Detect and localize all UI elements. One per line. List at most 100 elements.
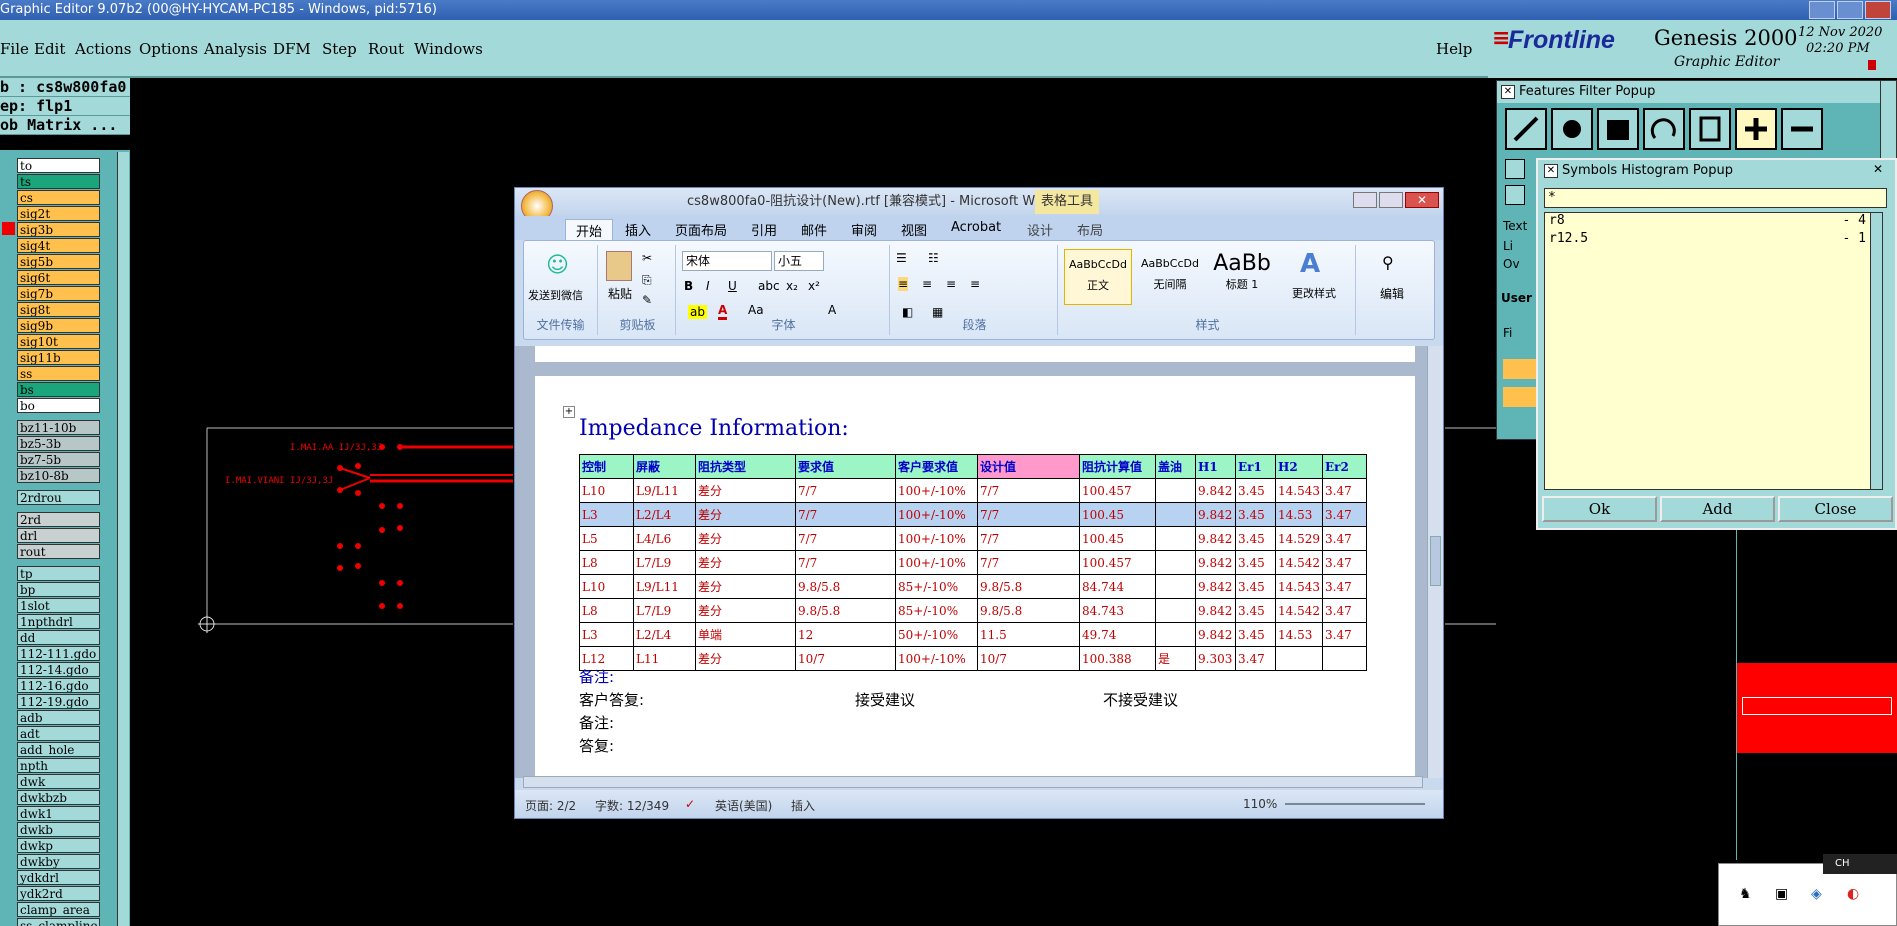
menu-options[interactable]: Options xyxy=(139,40,198,58)
pad-tool-icon[interactable] xyxy=(1551,108,1593,150)
layer-item[interactable]: sig11b xyxy=(17,350,100,365)
zoom-level[interactable]: 110% xyxy=(1243,797,1277,811)
send-wechat-button[interactable]: 发送到微信 xyxy=(528,287,583,303)
histogram-scrollbar[interactable] xyxy=(1870,213,1882,489)
menu-actions[interactable]: Actions xyxy=(75,40,131,58)
table-cell[interactable]: L9/L11 xyxy=(633,478,696,503)
table-cell[interactable]: L3 xyxy=(579,622,634,647)
table-cell[interactable]: 9.842 xyxy=(1195,478,1236,503)
table-cell[interactable]: 7/7 xyxy=(795,478,896,503)
language-indicator[interactable]: 英语(美国) xyxy=(715,797,772,814)
numbering-button[interactable]: ☷ xyxy=(928,251,939,265)
table-cell[interactable]: 10/7 xyxy=(795,646,896,671)
table-cell[interactable]: 7/7 xyxy=(977,502,1080,527)
ribbon-tab[interactable]: 审阅 xyxy=(841,219,887,240)
table-cell[interactable] xyxy=(1322,646,1367,671)
popup-close-icon[interactable]: ✕ xyxy=(1501,85,1515,99)
table-row[interactable]: L8 L7/L9 差分 9.8/5.8 85+/-10% 9.8/5.8 84.743 9.8… xyxy=(579,598,1367,623)
close-button[interactable]: Close xyxy=(1778,496,1893,522)
table-cell[interactable]: 3.47 xyxy=(1322,478,1367,503)
table-cell[interactable]: 差分 xyxy=(695,502,796,527)
font-size-field[interactable]: 小五 xyxy=(774,251,824,271)
menu-windows[interactable]: Windows xyxy=(414,40,483,58)
menu-edit[interactable]: Edit xyxy=(34,40,65,58)
layer-item[interactable]: sig3b xyxy=(17,222,100,237)
layer-item[interactable]: npth xyxy=(17,758,100,773)
arrow-tool-icon[interactable] xyxy=(1505,159,1525,179)
paste-button[interactable]: 粘贴 xyxy=(608,285,632,302)
layer-item[interactable]: rout xyxy=(17,544,100,559)
table-cell[interactable] xyxy=(1155,622,1196,647)
grow-font-button[interactable]: A xyxy=(828,303,836,317)
italic-button[interactable]: I xyxy=(706,279,710,293)
table-cell[interactable]: 84.744 xyxy=(1079,574,1156,599)
align-right-button[interactable]: ≡ xyxy=(946,277,956,291)
layer-item[interactable]: to xyxy=(17,158,100,173)
ribbon-tab[interactable]: Acrobat xyxy=(941,219,1011,236)
layer-item[interactable]: 2rdrou xyxy=(17,490,100,505)
maximize-button[interactable] xyxy=(1837,1,1863,19)
table-cell[interactable]: 3.45 xyxy=(1235,526,1276,551)
table-cell[interactable]: 差分 xyxy=(695,526,796,551)
menu-step[interactable]: Step xyxy=(322,40,357,58)
horizontal-scrollbar[interactable] xyxy=(523,776,1423,788)
menu-dfm[interactable]: DFM xyxy=(273,40,311,58)
underline-button[interactable]: U xyxy=(728,279,737,293)
layer-item[interactable]: ss xyxy=(17,366,100,381)
ribbon-tab[interactable]: 设计 xyxy=(1017,219,1063,240)
table-cell[interactable]: 3.45 xyxy=(1235,478,1276,503)
word-minimize-button[interactable] xyxy=(1353,192,1377,208)
align-center-button[interactable]: ≡ xyxy=(922,277,932,291)
table-row[interactable]: L3 L2/L4 单端 12 50+/-10% 11.5 49.74 9.842 3.45 14.… xyxy=(579,622,1367,647)
table-cell[interactable]: L10 xyxy=(579,478,634,503)
table-cell[interactable]: 是 xyxy=(1155,646,1196,671)
table-cell[interactable]: 9.842 xyxy=(1195,598,1236,623)
arc-tool-icon[interactable] xyxy=(1643,108,1685,150)
layer-item[interactable]: 112-14.gdo xyxy=(17,662,100,677)
layer-item[interactable]: cs xyxy=(17,190,100,205)
table-cell[interactable] xyxy=(1155,502,1196,527)
table-cell[interactable]: 9.8/5.8 xyxy=(795,598,896,623)
table-cell[interactable]: 84.743 xyxy=(1079,598,1156,623)
cut-icon[interactable]: ✂ xyxy=(642,251,652,265)
table-cell[interactable]: 7/7 xyxy=(795,502,896,527)
arrow-tool-2-icon[interactable] xyxy=(1505,185,1525,205)
table-cell[interactable]: 3.47 xyxy=(1322,598,1367,623)
layer-item[interactable]: tp xyxy=(17,566,100,581)
ribbon-tab[interactable]: 引用 xyxy=(741,219,787,240)
layer-item[interactable]: dwkb xyxy=(17,822,100,837)
table-cell[interactable]: 100.388 xyxy=(1079,646,1156,671)
bold-button[interactable]: B xyxy=(684,279,693,293)
layer-item[interactable]: bs xyxy=(17,382,100,397)
layer-item[interactable]: sig4t xyxy=(17,238,100,253)
layer-item[interactable]: bp xyxy=(17,582,100,597)
table-cell[interactable]: 9.842 xyxy=(1195,502,1236,527)
layer-item[interactable]: sig2t xyxy=(17,206,100,221)
edit-button[interactable]: 编辑 xyxy=(1380,285,1404,302)
table-cell[interactable]: 85+/-10% xyxy=(895,598,978,623)
page-count[interactable]: 页面: 2/2 xyxy=(525,797,576,814)
document-page[interactable]: + Impedance Information: 控制 屏蔽 阻抗类型 要求值 客户要求… xyxy=(535,376,1415,776)
menu-help[interactable]: Help xyxy=(1436,40,1472,58)
layer-item[interactable]: sig6t xyxy=(17,270,100,285)
table-cell[interactable] xyxy=(1155,550,1196,575)
bullets-button[interactable]: ☰ xyxy=(896,251,907,265)
table-row[interactable]: L10 L9/L11 差分 9.8/5.8 85+/-10% 9.8/5.8 84.744 9… xyxy=(579,574,1367,599)
table-cell[interactable]: L5 xyxy=(579,526,634,551)
table-cell[interactable] xyxy=(1275,646,1323,671)
layer-item[interactable]: ss_clampline xyxy=(17,918,100,926)
menu-analysis[interactable]: Analysis xyxy=(204,40,267,58)
justify-button[interactable]: ≡ xyxy=(970,277,980,291)
table-cell[interactable]: 100+/-10% xyxy=(895,646,978,671)
table-cell[interactable]: 3.47 xyxy=(1322,574,1367,599)
table-cell[interactable]: 49.74 xyxy=(1079,622,1156,647)
style-normal[interactable]: AaBbCcDd 正文 xyxy=(1064,249,1132,305)
layer-item[interactable]: sig9b xyxy=(17,318,100,333)
table-row[interactable]: L12 L11 差分 10/7 100+/-10% 10/7 100.388 是 9.303 3.… xyxy=(579,646,1367,671)
layer-item[interactable]: ydkdrl xyxy=(17,870,100,885)
table-cell[interactable]: 3.45 xyxy=(1235,550,1276,575)
table-cell[interactable]: 差分 xyxy=(695,646,796,671)
ok-button[interactable]: Ok xyxy=(1542,496,1657,522)
close-button[interactable] xyxy=(1865,1,1891,19)
table-cell[interactable]: 100.45 xyxy=(1079,526,1156,551)
